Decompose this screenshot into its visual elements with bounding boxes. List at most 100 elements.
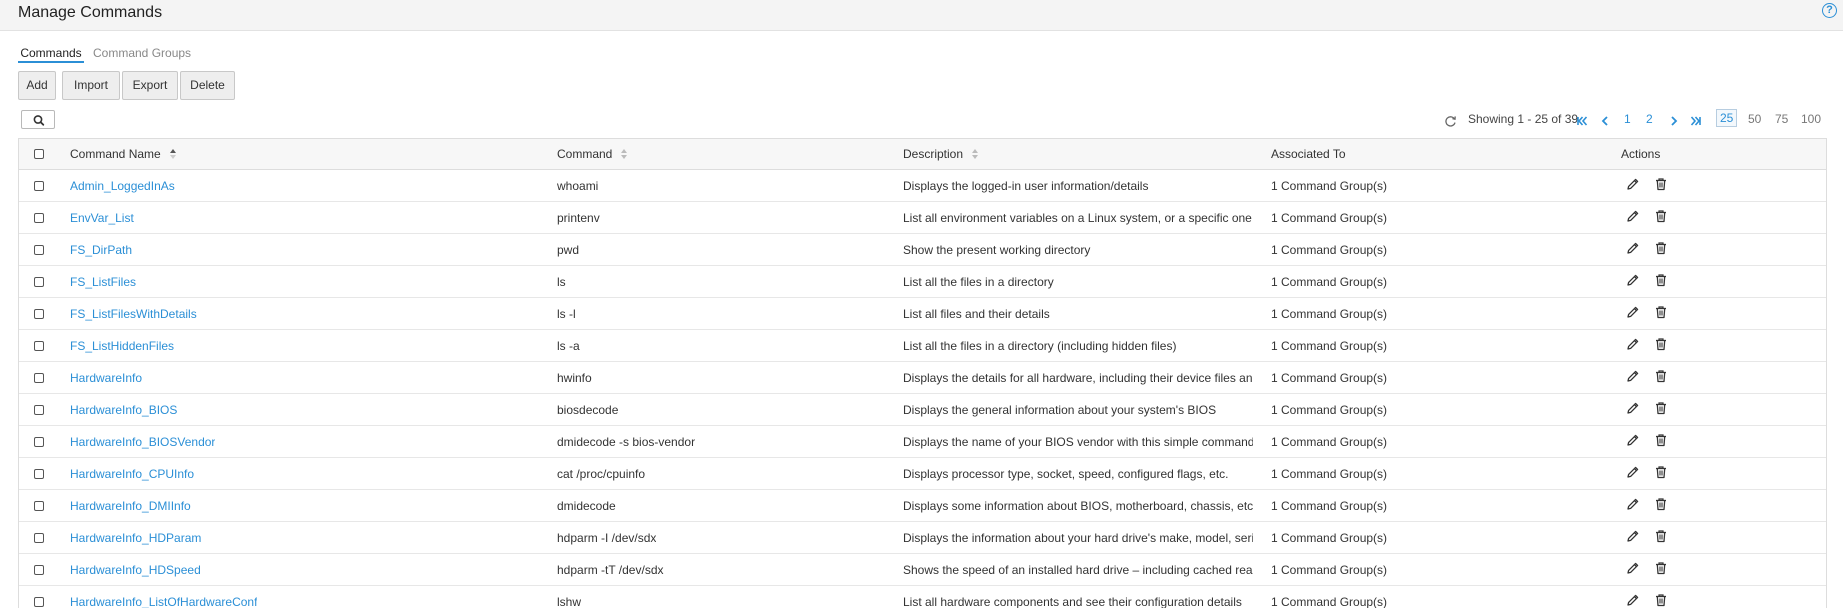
page-size-50[interactable]: 50: [1748, 112, 1761, 126]
page-1-link[interactable]: 1: [1624, 112, 1631, 126]
page-size-75[interactable]: 75: [1775, 112, 1788, 126]
last-page-icon[interactable]: [1690, 115, 1702, 127]
tab-command-groups[interactable]: Command Groups: [93, 45, 191, 60]
row-checkbox[interactable]: [34, 244, 44, 255]
select-all-checkbox[interactable]: [34, 149, 44, 159]
table-row: Admin_LoggedInAs whoami Displays the logge…: [19, 170, 1826, 202]
export-button[interactable]: Export: [122, 71, 178, 100]
page-title: Manage Commands: [18, 4, 163, 21]
delete-row-button[interactable]: [1653, 330, 1669, 361]
row-checkbox[interactable]: [34, 212, 44, 223]
page-2-link[interactable]: 2: [1646, 112, 1653, 126]
command-name-link[interactable]: HardwareInfo_ListOfHardwareConf: [70, 586, 257, 608]
row-checkbox[interactable]: [34, 532, 44, 543]
row-checkbox[interactable]: [34, 372, 44, 383]
edit-button[interactable]: [1625, 458, 1641, 489]
delete-row-button[interactable]: [1653, 266, 1669, 297]
row-checkbox[interactable]: [34, 308, 44, 319]
command-name-link[interactable]: FS_ListFiles: [70, 266, 136, 297]
column-header-description[interactable]: Description: [903, 139, 979, 169]
command-cell: hdparm -tT /dev/sdx: [557, 562, 664, 577]
delete-row-button[interactable]: [1653, 170, 1669, 201]
command-name-link[interactable]: FS_DirPath: [70, 234, 132, 265]
edit-button[interactable]: [1625, 554, 1641, 585]
edit-button[interactable]: [1625, 522, 1641, 553]
command-name-link[interactable]: HardwareInfo_HDParam: [70, 522, 201, 553]
row-checkbox[interactable]: [34, 468, 44, 479]
import-button[interactable]: Import: [62, 71, 120, 100]
delete-row-button[interactable]: [1653, 458, 1669, 489]
edit-icon: [1625, 240, 1641, 259]
delete-row-button[interactable]: [1653, 202, 1669, 233]
table-row: EnvVar_List printenv List all environment …: [19, 202, 1826, 234]
associated-to-cell: 1 Command Group(s): [1271, 498, 1388, 513]
tab-commands[interactable]: Commands: [18, 45, 84, 63]
page-size-100[interactable]: 100: [1801, 112, 1821, 126]
command-cell: ls: [557, 274, 566, 289]
previous-page-icon[interactable]: [1600, 115, 1610, 127]
edit-button[interactable]: [1625, 490, 1641, 521]
edit-icon: [1625, 432, 1641, 451]
edit-button[interactable]: [1625, 202, 1641, 233]
row-checkbox[interactable]: [34, 564, 44, 575]
edit-button[interactable]: [1625, 426, 1641, 457]
command-name-link[interactable]: EnvVar_List: [70, 202, 134, 233]
delete-row-button[interactable]: [1653, 554, 1669, 585]
delete-row-button[interactable]: [1653, 490, 1669, 521]
associated-to-cell: 1 Command Group(s): [1271, 306, 1388, 321]
column-header-command-name[interactable]: Command Name: [70, 139, 177, 169]
delete-row-button[interactable]: [1653, 394, 1669, 425]
refresh-icon[interactable]: [1444, 115, 1457, 128]
row-checkbox-cell: [34, 234, 44, 265]
row-checkbox[interactable]: [34, 340, 44, 351]
edit-button[interactable]: [1625, 394, 1641, 425]
edit-icon: [1625, 368, 1641, 387]
row-checkbox[interactable]: [34, 404, 44, 415]
edit-button[interactable]: [1625, 362, 1641, 393]
command-cell: ls -l: [557, 306, 576, 321]
search-button[interactable]: [21, 110, 55, 129]
edit-button[interactable]: [1625, 298, 1641, 329]
delete-row-button[interactable]: [1653, 522, 1669, 553]
column-header-command[interactable]: Command: [557, 139, 628, 169]
delete-icon: [1653, 592, 1669, 608]
sort-icon[interactable]: [620, 148, 628, 160]
edit-button[interactable]: [1625, 330, 1641, 361]
command-name-link[interactable]: HardwareInfo_HDSpeed: [70, 554, 201, 585]
command-name-link[interactable]: HardwareInfo_CPUInfo: [70, 458, 194, 489]
edit-button[interactable]: [1625, 266, 1641, 297]
edit-button[interactable]: [1625, 586, 1641, 608]
delete-button[interactable]: Delete: [180, 71, 235, 100]
command-name-link[interactable]: Admin_LoggedInAs: [70, 170, 175, 201]
row-checkbox[interactable]: [34, 500, 44, 511]
help-icon[interactable]: ?: [1822, 3, 1837, 18]
row-checkbox[interactable]: [34, 596, 44, 607]
row-checkbox[interactable]: [34, 180, 44, 191]
command-name-link[interactable]: HardwareInfo_BIOSVendor: [70, 426, 215, 457]
sort-icon[interactable]: [971, 148, 979, 160]
row-checkbox[interactable]: [34, 436, 44, 447]
description-cell: Displays processor type, socket, speed, …: [903, 466, 1229, 481]
command-name-link[interactable]: HardwareInfo: [70, 362, 142, 393]
page-size-25[interactable]: 25: [1716, 109, 1738, 127]
edit-button[interactable]: [1625, 170, 1641, 201]
add-button[interactable]: Add: [18, 71, 56, 100]
delete-row-button[interactable]: [1653, 234, 1669, 265]
first-page-icon[interactable]: [1576, 115, 1588, 127]
column-header-associated-to: Associated To: [1271, 147, 1346, 161]
delete-row-button[interactable]: [1653, 362, 1669, 393]
edit-button[interactable]: [1625, 234, 1641, 265]
delete-row-button[interactable]: [1653, 298, 1669, 329]
command-name-link[interactable]: HardwareInfo_BIOS: [70, 394, 177, 425]
next-page-icon[interactable]: [1669, 115, 1679, 127]
command-name-link[interactable]: FS_ListFilesWithDetails: [70, 298, 197, 329]
edit-icon: [1625, 304, 1641, 323]
command-name-link[interactable]: FS_ListHiddenFiles: [70, 330, 174, 361]
row-checkbox[interactable]: [34, 276, 44, 287]
sort-ascending-icon[interactable]: [169, 148, 177, 160]
delete-row-button[interactable]: [1653, 586, 1669, 608]
delete-icon: [1653, 368, 1669, 387]
command-name-link[interactable]: HardwareInfo_DMIInfo: [70, 490, 191, 521]
delete-row-button[interactable]: [1653, 426, 1669, 457]
column-header-command-name-label: Command Name: [70, 147, 161, 161]
